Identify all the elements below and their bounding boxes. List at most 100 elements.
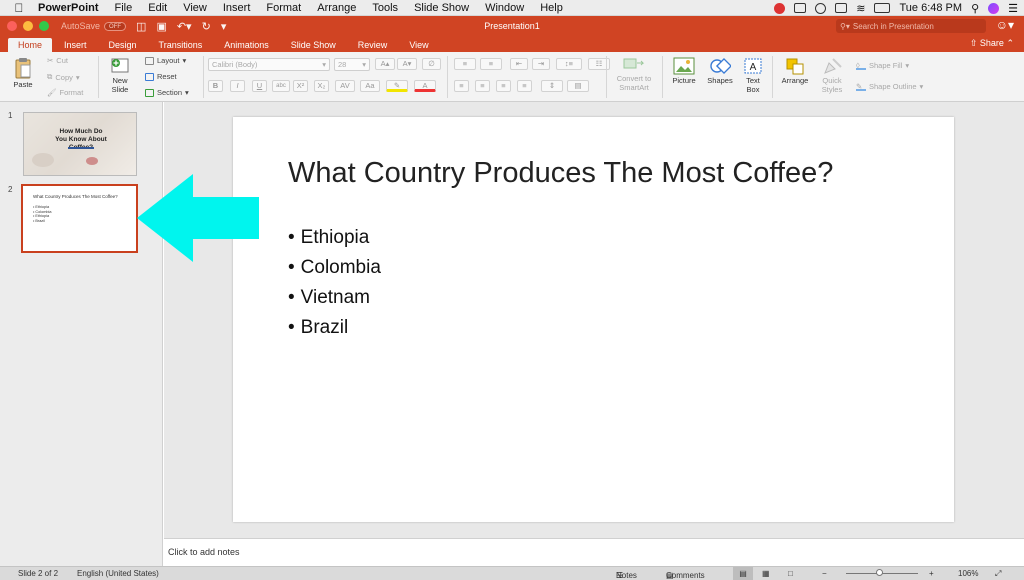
underline-button[interactable]: U <box>252 80 267 92</box>
bullet-item[interactable]: • Colombia <box>288 257 381 279</box>
paste-button[interactable]: Paste <box>8 57 38 90</box>
customize-toolbar-icon[interactable]: ▾ <box>221 20 227 33</box>
text-box-button[interactable]: A Text Box <box>738 57 768 94</box>
picture-button[interactable]: Picture <box>667 57 701 86</box>
slide-thumbnail-2[interactable]: What Country Produces The Most Coffee? •… <box>21 184 138 253</box>
decrease-indent-button[interactable]: ⇤ <box>510 58 528 70</box>
share-button[interactable]: ⇧ Share ⌃ <box>970 38 1014 49</box>
creative-cloud-icon[interactable] <box>774 2 786 14</box>
tab-design[interactable]: Design <box>99 38 147 52</box>
feedback-smiley-icon[interactable]: ☺▾ <box>996 18 1014 32</box>
shapes-button[interactable]: Shapes <box>703 57 737 86</box>
font-name-select[interactable]: Calibri (Body) ▾ <box>208 58 330 71</box>
shape-outline-button[interactable]: ✎ Shape Outline ▾ <box>856 82 923 91</box>
numbering-button[interactable]: ≡ <box>480 58 502 70</box>
align-text-button[interactable]: ▤ <box>567 80 589 92</box>
tab-animations[interactable]: Animations <box>214 38 279 52</box>
justify-button[interactable]: ≡ <box>517 80 532 92</box>
decrease-font-size-button[interactable]: A▾ <box>397 58 417 70</box>
superscript-button[interactable]: X² <box>293 80 308 92</box>
clear-formatting-button[interactable]: ∅ <box>422 58 441 70</box>
undo-icon[interactable]: ↶▾ <box>177 20 192 33</box>
bold-button[interactable]: B <box>208 80 223 92</box>
menu-help[interactable]: Help <box>532 2 571 14</box>
slide-thumbnail-1[interactable]: How Much Do You Know About Coffee? <box>23 112 137 176</box>
menu-window[interactable]: Window <box>477 2 532 14</box>
tab-insert[interactable]: Insert <box>54 38 97 52</box>
strikethrough-button[interactable]: abc <box>272 80 290 92</box>
change-case-button[interactable]: Aa <box>360 80 380 92</box>
layout-button[interactable]: Layout ▾ <box>145 56 186 65</box>
increase-indent-button[interactable]: ⇥ <box>532 58 550 70</box>
menu-view[interactable]: View <box>175 2 215 14</box>
battery-icon[interactable] <box>874 3 891 13</box>
fit-to-window-icon[interactable]: ⤢ <box>995 569 1001 579</box>
menu-clock[interactable]: Tue 6:48 PM <box>899 2 962 14</box>
italic-button[interactable]: I <box>230 80 245 92</box>
font-color-button[interactable]: A <box>414 80 436 92</box>
tab-view[interactable]: View <box>399 38 438 52</box>
section-button[interactable]: Section ▾ <box>145 88 189 97</box>
copy-button[interactable]: ⧉ Copy ▾ <box>47 72 80 82</box>
cut-button[interactable]: ✂ Cut <box>47 56 68 65</box>
bullets-button[interactable]: ≡ <box>454 58 476 70</box>
menu-app-name[interactable]: PowerPoint <box>38 2 107 14</box>
menu-slide-show[interactable]: Slide Show <box>406 2 477 14</box>
menu-file[interactable]: File <box>107 2 141 14</box>
zoom-in-icon[interactable]: + <box>929 569 934 578</box>
zoom-level[interactable]: 106% <box>958 569 978 578</box>
new-slide-button[interactable]: New Slide <box>104 57 136 94</box>
menu-arrange[interactable]: Arrange <box>309 2 364 14</box>
line-spacing-button[interactable]: ↕≡ <box>556 58 582 70</box>
airplay-icon[interactable] <box>835 3 848 13</box>
reset-button[interactable]: Reset <box>145 72 177 81</box>
menu-tools[interactable]: Tools <box>364 2 406 14</box>
apple-icon[interactable]:  <box>0 1 38 15</box>
character-spacing-button[interactable]: AV <box>335 80 355 92</box>
align-left-button[interactable]: ≡ <box>454 80 469 92</box>
format-painter-button[interactable]: 🖌 Format <box>47 88 83 97</box>
text-direction-button[interactable]: ⇕ <box>541 80 563 92</box>
zoom-out-icon[interactable]: − <box>822 569 827 578</box>
subscript-button[interactable]: X₂ <box>314 80 329 92</box>
save-icon[interactable]: ▣ <box>156 20 166 33</box>
shape-fill-button[interactable]: ◊ Shape Fill ▾ <box>856 61 909 70</box>
autosave-toggle[interactable]: OFF <box>104 21 127 31</box>
notification-center-icon[interactable]: ☰ <box>1008 2 1018 15</box>
language-status[interactable]: English (United States) <box>77 569 159 578</box>
arrange-button[interactable]: Arrange <box>777 57 813 86</box>
redo-icon[interactable]: ↻ <box>202 20 211 33</box>
wifi-icon[interactable]: ≋ <box>856 2 865 15</box>
notes-pane[interactable]: Click to add notes <box>164 538 1024 566</box>
reading-view-icon[interactable]: □ <box>788 569 793 578</box>
highlight-color-button[interactable]: ✎ <box>386 80 408 92</box>
tab-home[interactable]: Home <box>8 38 53 52</box>
convert-to-smartart-button[interactable]: Convert to SmartArt <box>612 57 656 92</box>
tab-slide-show[interactable]: Slide Show <box>281 38 346 52</box>
normal-view-icon[interactable]: ▤ <box>733 567 753 580</box>
close-window-icon[interactable] <box>7 21 17 31</box>
minimize-window-icon[interactable] <box>23 21 33 31</box>
tab-review[interactable]: Review <box>348 38 398 52</box>
menu-insert[interactable]: Insert <box>215 2 259 14</box>
siri-icon[interactable] <box>988 2 1000 14</box>
menu-format[interactable]: Format <box>258 2 309 14</box>
bullet-item[interactable]: • Ethiopia <box>288 227 369 249</box>
search-input[interactable]: ⚲▾ Search in Presentation <box>836 19 986 33</box>
time-machine-icon[interactable] <box>815 2 827 14</box>
increase-font-size-button[interactable]: A▴ <box>375 58 395 70</box>
tab-transitions[interactable]: Transitions <box>149 38 213 52</box>
sidebar-toggle-icon[interactable]: ◫ <box>136 20 146 33</box>
zoom-window-icon[interactable] <box>39 21 49 31</box>
bullet-item[interactable]: • Brazil <box>288 317 348 339</box>
bullet-item[interactable]: • Vietnam <box>288 287 370 309</box>
font-size-select[interactable]: 28 ▾ <box>334 58 370 71</box>
align-right-button[interactable]: ≡ <box>496 80 511 92</box>
quick-styles-button[interactable]: Quick Styles <box>815 57 849 94</box>
slide-canvas[interactable]: What Country Produces The Most Coffee? •… <box>233 117 954 522</box>
menu-edit[interactable]: Edit <box>140 2 175 14</box>
spotlight-icon[interactable]: ⚲ <box>971 2 979 15</box>
slide-title[interactable]: What Country Produces The Most Coffee? <box>288 157 833 190</box>
slide-sorter-icon[interactable]: ▦ <box>762 569 770 578</box>
screen-recorder-icon[interactable] <box>794 3 807 13</box>
